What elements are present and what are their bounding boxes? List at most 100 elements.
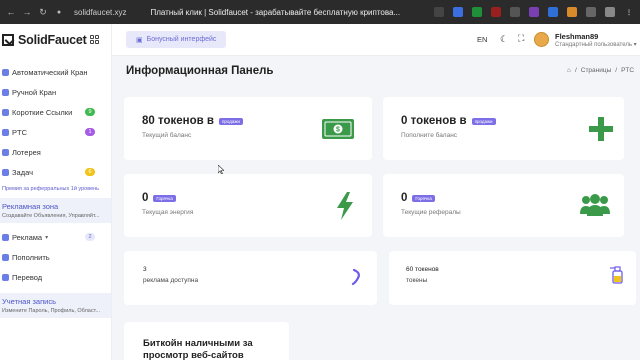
- avatar[interactable]: [534, 32, 549, 47]
- back-icon[interactable]: ←: [6, 7, 16, 17]
- deposit-value: 0 токенов в: [401, 115, 467, 127]
- link-icon: [2, 108, 9, 116]
- sidebar-item-manual-faucet[interactable]: Ручной Кран: [0, 82, 111, 102]
- address-bar[interactable]: solidfaucet.xyz: [74, 8, 126, 17]
- status-badge: продажи: [471, 117, 496, 125]
- deposit-icon: [2, 253, 9, 261]
- sidebar-item-label: Лотерея: [12, 147, 41, 157]
- ads-available-label: реклама доступна: [143, 277, 199, 284]
- faucet-icon: [2, 68, 9, 76]
- menu-icon[interactable]: ⋮: [624, 7, 634, 17]
- deposit-label: Пополните баланс: [401, 132, 458, 139]
- extensions: ⋮: [434, 7, 634, 17]
- section-title: Рекламная зона: [2, 202, 59, 211]
- ad-zone-section[interactable]: Рекламная зона Создавайте Объявления, Уп…: [0, 198, 111, 223]
- tokens-label: токены: [406, 277, 428, 284]
- tokens-value: 60 токенов: [406, 266, 439, 273]
- extension-icon[interactable]: [491, 7, 501, 17]
- chevron-down-icon: ▾: [45, 234, 49, 241]
- page-title: Информационная Панель: [126, 65, 274, 77]
- sidebar-menu: Автоматический Кран Ручной Кран Короткие…: [0, 62, 111, 318]
- ads-available-value: 3: [143, 266, 147, 273]
- sidebar-item-label: Короткие Ссылки: [12, 107, 73, 117]
- gift-icon: ▣: [136, 36, 143, 44]
- language-switch[interactable]: EN: [477, 35, 487, 44]
- bonus-interface-button[interactable]: ▣ Бонусный интерфейс: [126, 31, 227, 48]
- extension-icon[interactable]: [510, 7, 520, 17]
- status-badge: продажи: [218, 117, 243, 125]
- extension-icon[interactable]: [548, 7, 558, 17]
- referral-note[interactable]: Премия за реферральных 1й уровень: [0, 182, 111, 196]
- sidebar-item-ptc[interactable]: PTC 1: [0, 122, 111, 142]
- section-title: Учетная запись: [2, 297, 57, 306]
- balance-label: Текущий баланс: [142, 132, 192, 139]
- home-icon[interactable]: ⌂: [567, 67, 571, 74]
- plus-icon[interactable]: [589, 117, 613, 141]
- user-name[interactable]: Fleshman89: [555, 32, 598, 41]
- forward-icon[interactable]: →: [22, 7, 32, 17]
- sidebar-item-shortlinks[interactable]: Короткие Ссылки 9: [0, 102, 111, 122]
- section-subtitle: Измените Пароль, Профиль, Област...: [2, 308, 101, 314]
- sidebar-item-ads[interactable]: Реклама ▾ 2: [0, 227, 111, 247]
- count-badge: 2: [85, 233, 95, 241]
- svg-text:$: $: [336, 127, 340, 134]
- breadcrumb: ⌂ / Страницы / PTC: [567, 67, 635, 74]
- reload-icon[interactable]: ↻: [38, 7, 48, 18]
- sidebar-item-transfer[interactable]: Перевод: [0, 267, 111, 287]
- browser-bar: ← → ↻ ● solidfaucet.xyz Платный клик | S…: [0, 0, 640, 24]
- user-role[interactable]: Стандартный пользователь ▾: [555, 41, 637, 48]
- extension-icon[interactable]: [453, 7, 463, 17]
- balance-card: 80 токенов в продажи Текущий баланс $: [124, 97, 372, 160]
- menu-grid-icon[interactable]: [90, 35, 99, 44]
- referrals-card: 0 Горячка Текущие рефералы: [383, 174, 624, 237]
- moon-icon[interactable]: ☾: [500, 34, 508, 45]
- sidebar-item-lottery[interactable]: Лотерея: [0, 142, 111, 162]
- extension-icon[interactable]: [434, 7, 444, 17]
- extension-icon[interactable]: [605, 7, 615, 17]
- sidebar-item-auto-faucet[interactable]: Автоматический Кран: [0, 62, 111, 82]
- tasks-icon: [2, 168, 9, 176]
- sidebar-item-deposit[interactable]: Пополнить: [0, 247, 111, 267]
- count-badge: 1: [85, 128, 95, 136]
- tokens-card: 60 токенов токены: [389, 251, 636, 305]
- fullscreen-icon[interactable]: ⛶: [518, 33, 524, 44]
- deposit-card[interactable]: 0 токенов в продажи Пополните баланс: [383, 97, 624, 160]
- mouse-cursor-icon: [218, 165, 224, 174]
- ads-available-card: 3 реклама доступна: [124, 251, 377, 305]
- brand-name: SolidFaucet: [18, 33, 87, 47]
- balance-value: 80 токенов в: [142, 115, 214, 127]
- button-label: Бонусный интерфейс: [146, 36, 217, 43]
- spinner-icon: [351, 269, 360, 285]
- bolt-icon: [337, 192, 353, 220]
- account-section[interactable]: Учетная запись Измените Пароль, Профиль,…: [0, 293, 111, 318]
- transfer-icon: [2, 273, 9, 281]
- sidebar-item-label: Ручной Кран: [12, 87, 57, 97]
- sidebar-item-label: Перевод: [12, 272, 43, 282]
- top-bar: ▣ Бонусный интерфейс EN ☾ ⛶ Fleshman89 С…: [112, 24, 640, 56]
- section-subtitle: Создавайте Объявления, Управляйт...: [2, 213, 100, 219]
- ads-icon: [2, 233, 9, 241]
- energy-card: 0 Горячка Текущая энергия: [124, 174, 372, 237]
- extension-icon[interactable]: [567, 7, 577, 17]
- ticket-icon: [2, 148, 9, 156]
- faucet-icon: [2, 88, 9, 96]
- sidebar-item-label: PTC: [12, 127, 27, 137]
- energy-value: 0: [142, 192, 149, 204]
- promo-card: Биткойн наличными за просмотр веб-сайтов: [124, 322, 289, 360]
- sidebar-item-label: Пополнить: [12, 252, 50, 262]
- lock-icon: ●: [56, 8, 62, 16]
- sidebar-item-label: Автоматический Кран: [12, 67, 88, 77]
- breadcrumb-item[interactable]: Страницы: [581, 67, 612, 74]
- extension-icon[interactable]: [529, 7, 539, 17]
- count-badge: 9: [85, 108, 95, 116]
- energy-label: Текущая энергия: [142, 209, 194, 216]
- extension-icon[interactable]: [472, 7, 482, 17]
- sidebar-item-tasks[interactable]: Задач 6: [0, 162, 111, 182]
- referrals-label: Текущие рефералы: [401, 209, 461, 216]
- sidebar-item-label: Реклама: [12, 232, 43, 242]
- status-badge: Горячка: [153, 194, 176, 202]
- count-badge: 6: [85, 168, 95, 176]
- sidebar-item-label: Задач: [12, 167, 33, 177]
- money-icon: $: [322, 119, 354, 139]
- extension-icon[interactable]: [586, 7, 596, 17]
